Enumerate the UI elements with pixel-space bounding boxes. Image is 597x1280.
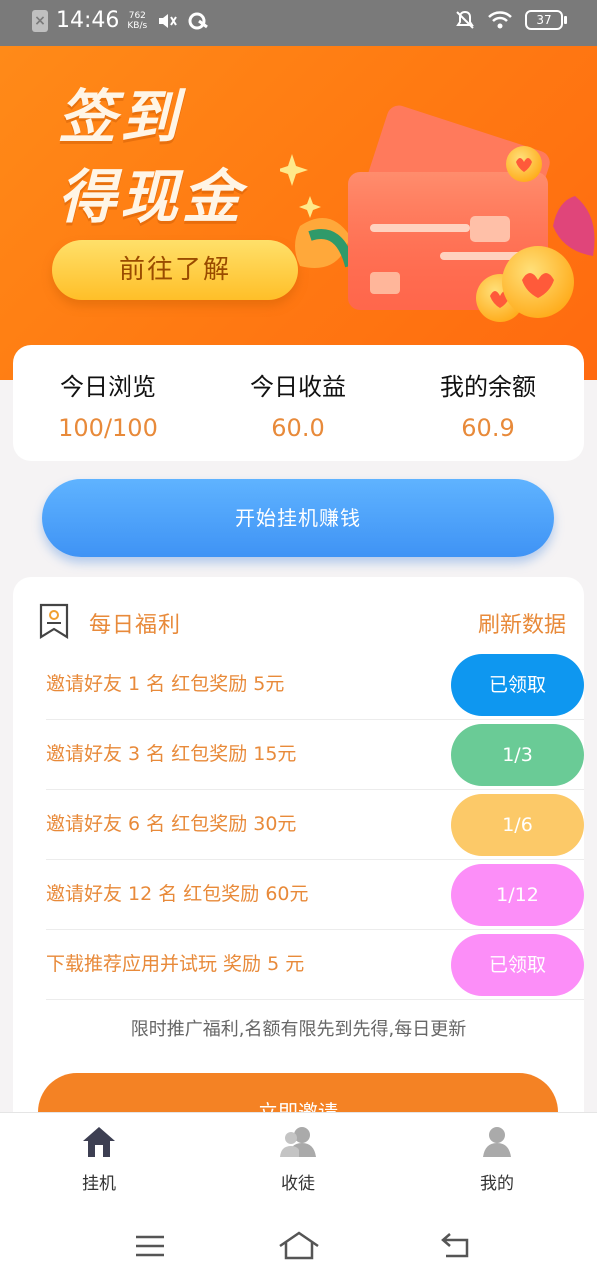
learn-more-button[interactable]: 前往了解 (52, 240, 298, 300)
status-time: 14:46 (56, 8, 120, 33)
stat-label: 我的余额 (440, 373, 536, 401)
welfare-row: 邀请好友 1 名 红包奖励 5元 已领取 (46, 649, 584, 720)
welfare-row: 邀请好友 12 名 红包奖励 60元 1/12 (46, 859, 584, 930)
progress-status-button[interactable]: 1/3 (451, 724, 584, 786)
network-speed: 762 KB/s (127, 10, 148, 31)
wifi-icon (488, 11, 512, 29)
welfare-row-text: 邀请好友 12 名 红包奖励 60元 (46, 883, 309, 905)
stat-label: 今日浏览 (60, 373, 156, 401)
system-navigation-bar (0, 1206, 597, 1280)
daily-welfare-card: 每日福利 刷新数据 邀请好友 1 名 红包奖励 5元 已领取 邀请好友 3 名 … (13, 577, 584, 1197)
nav-label: 收徒 (281, 1174, 315, 1194)
refresh-data-button[interactable]: 刷新数据 (478, 607, 566, 639)
notification-x-icon: × (32, 9, 48, 32)
checkin-banner[interactable]: 签到 得现金 前往了解 (0, 46, 597, 380)
welfare-row-text: 下载推荐应用并试玩 奖励 5 元 (46, 953, 305, 975)
banner-title-line2: 得现金 (58, 163, 245, 231)
welfare-row-text: 邀请好友 1 名 红包奖励 5元 (46, 673, 285, 695)
stat-today-earnings: 今日收益 60.0 (203, 345, 393, 442)
stat-label: 今日收益 (250, 373, 346, 401)
welfare-title: 每日福利 (89, 613, 182, 638)
welfare-row: 邀请好友 6 名 红包奖励 30元 1/6 (46, 789, 584, 860)
stat-value: 60.0 (271, 414, 325, 442)
users-icon (280, 1127, 316, 1157)
sync-icon (188, 12, 209, 29)
mute-icon (159, 13, 178, 28)
home-nav-icon[interactable] (278, 1230, 320, 1260)
welfare-row-text: 邀请好友 6 名 红包奖励 30元 (46, 813, 297, 835)
home-icon (83, 1127, 115, 1157)
stat-today-views: 今日浏览 100/100 (13, 345, 203, 442)
back-icon[interactable] (440, 1232, 472, 1258)
banner-title-line1: 签到 (58, 83, 183, 151)
nav-label: 我的 (480, 1174, 514, 1194)
bookmark-icon (39, 603, 69, 639)
stats-card: 今日浏览 100/100 今日收益 60.0 我的余额 60.9 (13, 345, 584, 461)
welfare-row: 邀请好友 3 名 红包奖励 15元 1/3 (46, 719, 584, 790)
claim-status-button[interactable]: 已领取 (451, 934, 584, 996)
nav-label: 挂机 (82, 1174, 116, 1194)
stat-value: 60.9 (461, 414, 515, 442)
stat-value: 100/100 (58, 414, 158, 442)
status-bar: × 14:46 762 KB/s 37 (0, 0, 597, 46)
menu-icon[interactable] (134, 1234, 166, 1258)
person-icon (483, 1127, 511, 1157)
nav-item-hangup[interactable]: 挂机 (39, 1125, 159, 1194)
stat-my-balance: 我的余额 60.9 (393, 345, 583, 442)
welfare-row-text: 邀请好友 3 名 红包奖励 15元 (46, 743, 297, 765)
battery-indicator: 37 (525, 10, 567, 30)
nav-item-mine[interactable]: 我的 (437, 1125, 557, 1194)
bottom-nav: 挂机 收徒 我的 (0, 1112, 597, 1207)
progress-status-button[interactable]: 1/12 (451, 864, 584, 926)
promo-note: 限时推广福利,名额有限先到先得,每日更新 (130, 1019, 467, 1040)
nav-item-disciples[interactable]: 收徒 (238, 1125, 358, 1194)
progress-status-button[interactable]: 1/6 (451, 794, 584, 856)
card-coins-illustration (280, 105, 595, 322)
bell-off-icon (456, 10, 474, 29)
welfare-row: 下载推荐应用并试玩 奖励 5 元 已领取 (46, 929, 584, 1000)
claim-status-button[interactable]: 已领取 (451, 654, 584, 716)
start-earning-button[interactable]: 开始挂机赚钱 (42, 479, 554, 557)
